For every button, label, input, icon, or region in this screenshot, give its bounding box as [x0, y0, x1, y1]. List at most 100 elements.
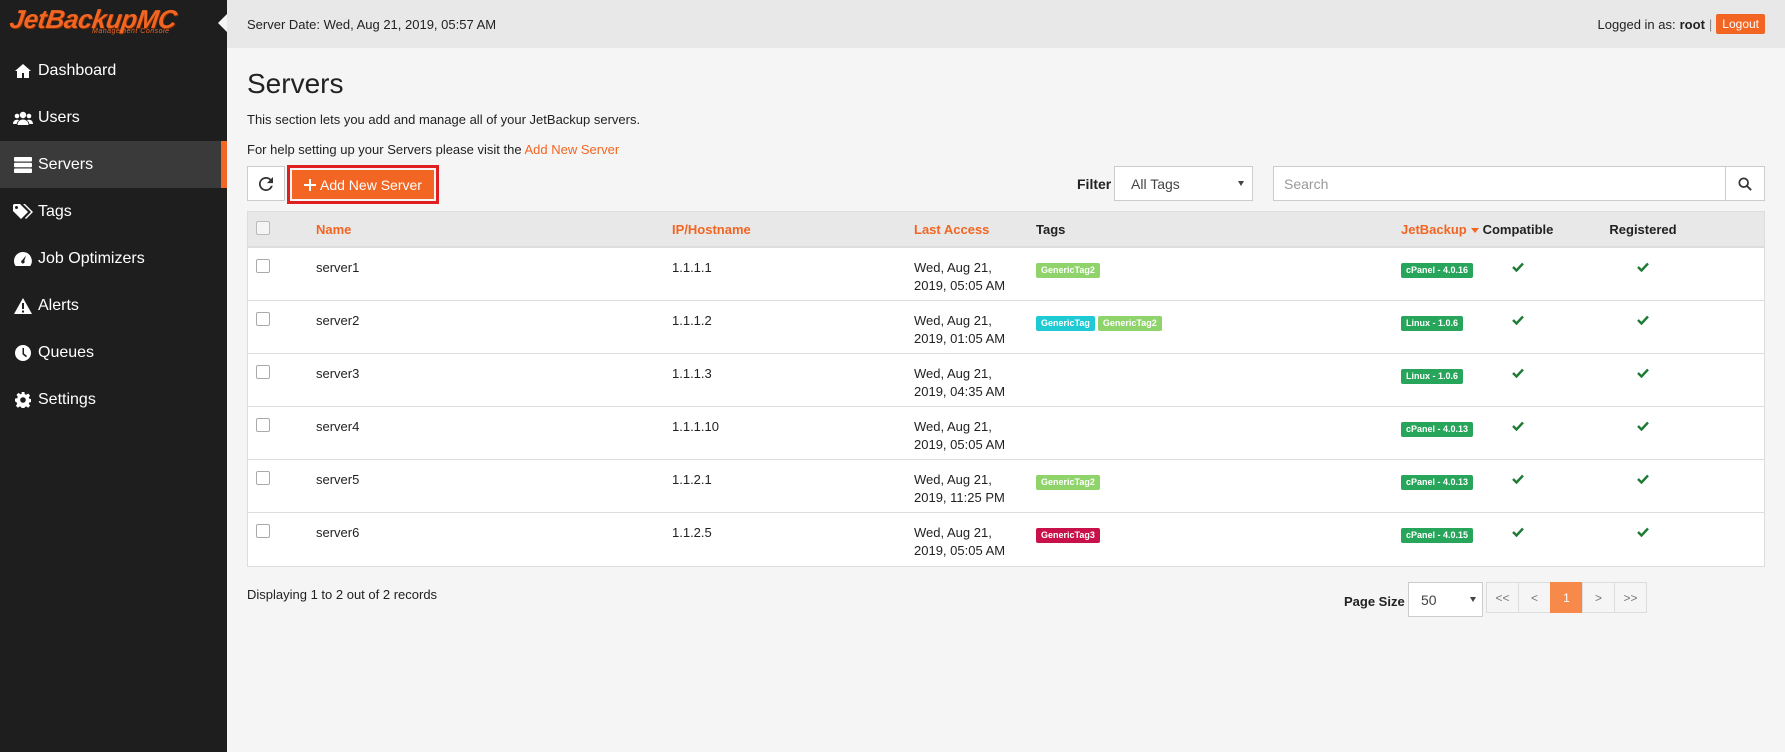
tag-filter-select[interactable]: All Tags: [1114, 166, 1253, 201]
header-compatible: Compatible: [1482, 222, 1554, 237]
last-access: Wed, Aug 21, 2019, 05:05 AM: [914, 418, 1005, 454]
servers-table: Name IP/Hostname Last Access Tags JetBac…: [247, 211, 1765, 567]
page-size-select[interactable]: 50: [1408, 582, 1483, 617]
add-new-server-button[interactable]: Add New Server: [292, 170, 434, 199]
add-new-server-label: Add New Server: [320, 176, 422, 193]
table-row[interactable]: server1 1.1.1.1 Wed, Aug 21, 2019, 05:05 AM…: [248, 248, 1764, 301]
check-icon: [1637, 418, 1649, 436]
check-icon: [1637, 365, 1649, 383]
jetbackup-version-badge: cPanel - 4.0.13: [1401, 475, 1474, 490]
header-jetbackup-label: JetBackup: [1401, 222, 1467, 237]
server-ip: 1.1.1.1: [672, 260, 712, 275]
last-page-button[interactable]: >>: [1614, 582, 1647, 613]
server-name: server6: [316, 525, 360, 540]
header-registered: Registered: [1609, 222, 1677, 237]
sidebar-item-queues[interactable]: Queues: [0, 329, 227, 376]
row-checkbox[interactable]: [256, 471, 270, 485]
row-checkbox[interactable]: [256, 312, 270, 326]
logged-in-label: Logged in as:: [1597, 16, 1676, 32]
chevron-down-icon: [1470, 597, 1476, 602]
jetbackup-cell: Linux - 1.0.6: [1401, 366, 1464, 384]
sidebar-item-servers[interactable]: Servers: [0, 141, 227, 188]
tags-cell: GenericTag2: [1036, 472, 1103, 490]
tags-cell: GenericTag GenericTag2: [1036, 313, 1165, 331]
sidebar-item-dashboard[interactable]: Dashboard: [0, 47, 227, 94]
table-row[interactable]: server2 1.1.1.2 Wed, Aug 21, 2019, 01:05 AM…: [248, 301, 1764, 354]
check-icon: [1512, 259, 1524, 277]
header-ip[interactable]: IP/Hostname: [672, 222, 751, 237]
last-access-time: 2019, 05:05 AM: [914, 543, 1006, 558]
header-last-access[interactable]: Last Access: [914, 222, 989, 237]
registered-cell: [1603, 471, 1683, 489]
check-icon: [1637, 312, 1649, 330]
pagination: << <1 > >>: [1486, 582, 1647, 613]
sidebar-item-tags[interactable]: Tags: [0, 188, 227, 235]
table-row[interactable]: server3 1.1.1.3 Wed, Aug 21, 2019, 04:35 AM…: [248, 354, 1764, 407]
row-select-cell: [256, 524, 270, 538]
main-content: Servers This section lets you add and ma…: [247, 48, 1765, 627]
compatible-cell: [1478, 312, 1558, 330]
compatible-cell: [1478, 471, 1558, 489]
select-all-checkbox[interactable]: [256, 221, 270, 235]
server-date: Server Date: Wed, Aug 21, 2019, 05:57 AM: [247, 16, 497, 32]
page-title: Servers: [247, 68, 344, 99]
users-icon: [12, 109, 34, 127]
next-page-button[interactable]: >: [1582, 582, 1615, 613]
search-button[interactable]: [1725, 166, 1765, 201]
row-select-cell: [256, 365, 270, 379]
brand-logo[interactable]: JetBackupMC Management Console: [0, 0, 227, 45]
top-bar: Server Date: Wed, Aug 21, 2019, 05:57 AM…: [227, 0, 1785, 48]
table-row[interactable]: server4 1.1.1.10 Wed, Aug 21, 2019, 05:05 A…: [248, 407, 1764, 460]
user-info: Logged in as: root | Logout: [1598, 14, 1765, 34]
row-select-cell: [256, 471, 270, 485]
server-ip: 1.1.1.3: [672, 366, 712, 381]
row-select-cell: [256, 418, 270, 432]
prev-page-button[interactable]: <: [1518, 582, 1551, 613]
sidebar-item-settings[interactable]: Settings: [0, 376, 227, 423]
header-name[interactable]: Name: [316, 222, 351, 237]
home-icon: [12, 62, 34, 80]
add-new-server-link[interactable]: Add New Server: [525, 142, 620, 157]
table-row[interactable]: server6 1.1.2.5 Wed, Aug 21, 2019, 05:05 AM…: [248, 513, 1764, 566]
registered-cell: [1603, 365, 1683, 383]
last-access: Wed, Aug 21, 2019, 01:05 AM: [914, 312, 1005, 348]
row-checkbox[interactable]: [256, 259, 270, 273]
compatible-cell: [1478, 418, 1558, 436]
server-ip: 1.1.2.1: [672, 472, 712, 487]
last-access-time: 2019, 05:05 AM: [914, 437, 1006, 452]
add-server-highlight: Add New Server: [287, 165, 439, 204]
row-checkbox[interactable]: [256, 365, 270, 379]
sidebar-item-users[interactable]: Users: [0, 94, 227, 141]
check-icon: [1637, 524, 1649, 542]
tachometer-icon: [12, 250, 34, 268]
search-input[interactable]: [1273, 166, 1726, 201]
tag-badge: GenericTag3: [1036, 528, 1100, 543]
registered-cell: [1603, 418, 1683, 436]
check-icon: [1512, 365, 1524, 383]
row-checkbox[interactable]: [256, 418, 270, 432]
sidebar-item-label: Dashboard: [38, 61, 117, 79]
header-jetbackup[interactable]: JetBackup: [1401, 222, 1479, 237]
gear-icon: [12, 391, 34, 409]
chevron-down-icon: [1238, 181, 1244, 186]
logout-button[interactable]: Logout: [1716, 14, 1765, 34]
last-access: Wed, Aug 21, 2019, 11:25 PM: [914, 471, 1005, 507]
refresh-button[interactable]: [247, 166, 285, 201]
page-description: This section lets you add and manage all…: [247, 112, 641, 127]
last-access-time: 2019, 04:35 AM: [914, 384, 1006, 399]
server-ip: 1.1.2.5: [672, 525, 712, 540]
row-checkbox[interactable]: [256, 524, 270, 538]
help-prefix: For help setting up your Servers please …: [247, 142, 522, 157]
first-page-button[interactable]: <<: [1486, 582, 1519, 613]
table-footer: Displaying 1 to 2 out of 2 records Page …: [247, 582, 1765, 627]
last-access-date: Wed, Aug 21,: [914, 525, 992, 540]
table-body: server1 1.1.1.1 Wed, Aug 21, 2019, 05:05 AM…: [248, 248, 1764, 566]
table-row[interactable]: server5 1.1.2.1 Wed, Aug 21, 2019, 11:25 PM…: [248, 460, 1764, 513]
sidebar-item-alerts[interactable]: Alerts: [0, 282, 227, 329]
jetbackup-version-badge: cPanel - 4.0.15: [1401, 528, 1474, 543]
sidebar-item-job-optimizers[interactable]: Job Optimizers: [0, 235, 227, 282]
page-1-button[interactable]: 1: [1550, 582, 1583, 613]
last-access: Wed, Aug 21, 2019, 04:35 AM: [914, 365, 1005, 401]
separator: |: [1708, 16, 1713, 32]
warning-icon: [12, 297, 34, 315]
